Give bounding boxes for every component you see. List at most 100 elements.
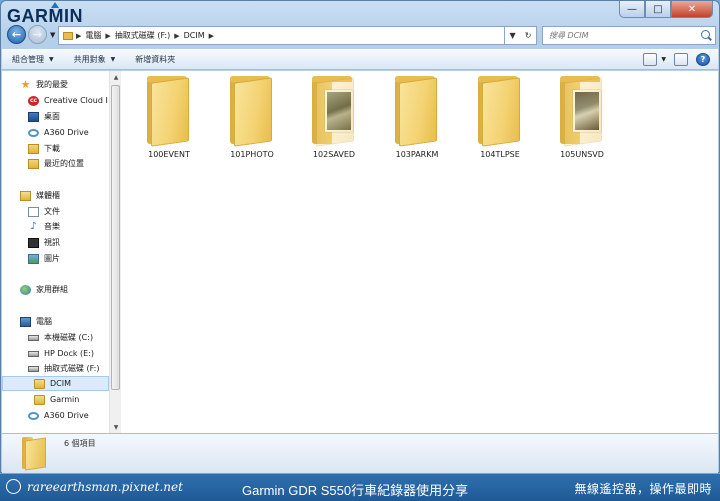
- article-title: Garmin GDR S550行車紀錄器使用分享: [242, 483, 469, 498]
- sidebar-item-label: DCIM: [50, 379, 72, 388]
- help-icon[interactable]: ?: [696, 53, 710, 66]
- address-tools: ▼ ↻: [505, 26, 537, 45]
- folder-name: 105UNSVD: [560, 150, 604, 159]
- sidebar-item-label: A360 Drive: [44, 411, 89, 420]
- sidebar-item-label: 桌面: [44, 112, 60, 121]
- breadcrumb-dcim[interactable]: DCIM: [184, 31, 205, 40]
- hard-drive-icon: [28, 334, 39, 341]
- recent-places-icon: [28, 158, 39, 169]
- sidebar-item-drive-f[interactable]: 抽取式磁碟 (F:): [2, 361, 109, 376]
- search-placeholder: 搜尋 DCIM: [549, 31, 589, 40]
- maximize-button[interactable]: □: [645, 1, 671, 18]
- search-icon[interactable]: [701, 30, 710, 39]
- view-options-dropdown[interactable]: ▼: [661, 56, 666, 63]
- folder-item[interactable]: 105UNSVD: [542, 74, 622, 164]
- folder-item[interactable]: 101PHOTO: [212, 74, 292, 164]
- removable-drive-icon: [28, 365, 39, 372]
- sidebar-item-label: 抽取式磁碟 (F:): [44, 364, 100, 373]
- address-dropdown-icon[interactable]: ▼: [510, 31, 516, 40]
- item-count: 6 個項目: [64, 439, 96, 448]
- explorer-window: GARMIN — □ ✕ ← → ▼ ▶ 電腦 ▶ 抽取式磁碟 (F:) ▶ D…: [0, 0, 720, 473]
- minimize-button[interactable]: —: [619, 1, 645, 18]
- site-watermark: rareearthsman.pixnet.net: [6, 479, 183, 494]
- sidebar-item-label: 媒體櫃: [36, 191, 60, 200]
- folder-item[interactable]: 102SAVED: [294, 74, 374, 164]
- breadcrumb-computer[interactable]: 電腦: [85, 30, 101, 41]
- sidebar-scrollbar[interactable]: ▲ ▼: [109, 71, 121, 433]
- command-bar: 組合管理 ▼ 共用對象 ▼ 新增資料夾 ▼ ?: [2, 49, 718, 70]
- folder-item[interactable]: 100EVENT: [129, 74, 209, 164]
- garmin-logo-triangle: [51, 2, 59, 8]
- breadcrumb-drive-f[interactable]: 抽取式磁碟 (F:): [115, 30, 170, 41]
- folder-icon: [395, 76, 439, 147]
- a360-icon: [28, 128, 39, 137]
- back-button[interactable]: ←: [7, 25, 26, 44]
- sidebar-item-a360-drive[interactable]: A360 Drive: [2, 408, 109, 423]
- folder-item[interactable]: 104TLPSE: [460, 74, 540, 164]
- sidebar-item-a360[interactable]: A360 Drive: [2, 125, 109, 140]
- sidebar-item-homegroup[interactable]: 家用群組: [2, 282, 109, 297]
- forward-button[interactable]: →: [28, 25, 47, 44]
- sidebar-item-music[interactable]: ♪ 音樂: [2, 219, 109, 234]
- sidebar-item-downloads[interactable]: 下載: [2, 141, 109, 156]
- camera-icon: [6, 479, 21, 494]
- close-button[interactable]: ✕: [671, 1, 713, 18]
- documents-icon: [28, 206, 39, 217]
- folder-icon: [63, 31, 73, 40]
- share-button[interactable]: 共用對象 ▼: [64, 50, 126, 69]
- sidebar-item-creative-cloud[interactable]: cc Creative Cloud I: [2, 93, 109, 108]
- folder-name: 100EVENT: [148, 150, 190, 159]
- folder-name: 104TLPSE: [480, 150, 520, 159]
- sidebar-item-computer[interactable]: 電腦: [2, 314, 109, 329]
- sidebar-item-favorites[interactable]: ★ 我的最愛: [2, 77, 109, 92]
- slogan: 無線遙控器，操作最即時: [574, 482, 712, 496]
- refresh-icon[interactable]: ↻: [525, 31, 532, 40]
- homegroup-icon: [20, 284, 31, 295]
- breadcrumb-separator[interactable]: ▶: [209, 32, 214, 40]
- sidebar-item-label: 視訊: [44, 238, 60, 247]
- sidebar-item-desktop[interactable]: 桌面: [2, 109, 109, 124]
- scrollbar-thumb[interactable]: [111, 85, 120, 390]
- search-input[interactable]: 搜尋 DCIM: [542, 26, 716, 45]
- breadcrumb-separator[interactable]: ▶: [76, 32, 81, 40]
- sidebar-item-pictures[interactable]: 圖片: [2, 251, 109, 266]
- folder-item[interactable]: 103PARKM: [377, 74, 457, 164]
- organize-button[interactable]: 組合管理 ▼: [2, 50, 64, 69]
- computer-icon: [20, 316, 31, 327]
- view-tools: ▼ ?: [635, 53, 710, 66]
- new-folder-button[interactable]: 新增資料夾: [125, 50, 185, 69]
- folder-icon: [34, 378, 45, 389]
- sidebar-item-label: HP Dock (E:): [44, 349, 95, 358]
- sidebar-item-label: Creative Cloud I: [44, 96, 108, 105]
- sidebar-item-drive-e[interactable]: HP Dock (E:): [2, 346, 109, 361]
- sidebar-item-videos[interactable]: 視訊: [2, 235, 109, 250]
- address-bar[interactable]: ▶ 電腦 ▶ 抽取式磁碟 (F:) ▶ DCIM ▶: [58, 26, 505, 45]
- sidebar-item-label: 文件: [44, 207, 60, 216]
- chevron-down-icon: ▼: [110, 56, 116, 63]
- folder-icon: [478, 76, 522, 147]
- sidebar-item-documents[interactable]: 文件: [2, 204, 109, 219]
- recent-pages-dropdown[interactable]: ▼: [50, 31, 55, 39]
- sidebar-item-dcim[interactable]: DCIM: [2, 376, 109, 391]
- libraries-icon: [20, 190, 31, 201]
- change-view-icon[interactable]: [643, 53, 658, 66]
- share-label: 共用對象: [73, 55, 106, 64]
- preview-pane-icon[interactable]: [674, 53, 688, 66]
- video-icon: [28, 237, 39, 248]
- title-bar: GARMIN — □ ✕: [1, 1, 719, 26]
- breadcrumb-separator[interactable]: ▶: [174, 32, 179, 40]
- sidebar-item-libraries[interactable]: 媒體櫃: [2, 188, 109, 203]
- sidebar-item-garmin[interactable]: Garmin: [2, 392, 109, 407]
- sidebar-item-label: 家用群組: [36, 285, 68, 294]
- sidebar-item-label: 本機磁碟 (C:): [44, 333, 94, 342]
- sidebar-item-label: 圖片: [44, 254, 60, 263]
- sidebar-item-drive-c[interactable]: 本機磁碟 (C:): [2, 330, 109, 345]
- drive-icon: [28, 350, 39, 357]
- chevron-down-icon: ▼: [49, 56, 54, 63]
- creative-cloud-icon: cc: [28, 95, 39, 106]
- folder-name: 102SAVED: [312, 150, 356, 159]
- folder-name: 101PHOTO: [230, 150, 274, 159]
- sidebar-item-recent[interactable]: 最近的位置: [2, 156, 109, 171]
- breadcrumb-separator[interactable]: ▶: [105, 32, 110, 40]
- downloads-icon: [28, 143, 39, 154]
